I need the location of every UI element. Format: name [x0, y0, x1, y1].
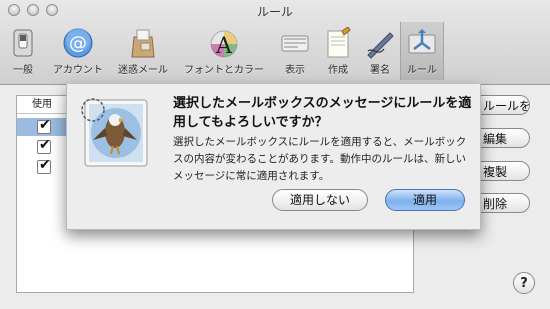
rule-enabled-checkbox[interactable]: [37, 117, 51, 134]
rule-enabled-checkbox[interactable]: [37, 137, 51, 154]
toolbar-item-viewing[interactable]: 表示: [274, 22, 316, 80]
toolbar-item-label: 迷惑メール: [118, 65, 168, 76]
rules-icon: [408, 29, 436, 54]
apply-button[interactable]: 適用: [385, 189, 465, 211]
toolbar-item-label: 一般: [13, 65, 33, 76]
at-sign-icon: @: [63, 28, 93, 58]
toolbar-item-rules[interactable]: ルール: [400, 22, 444, 80]
toolbar-item-composing[interactable]: 作成: [318, 22, 358, 80]
display-icon: [281, 35, 309, 52]
toolbar-item-signatures[interactable]: 署名: [360, 22, 400, 80]
remove-rule-label: 削除: [483, 197, 508, 211]
window-title: ルール: [256, 5, 293, 19]
toolbar-item-fonts-colors[interactable]: A フォントとカラー: [176, 22, 272, 80]
help-button[interactable]: ?: [513, 272, 535, 294]
switch-icon: [13, 29, 33, 57]
sheet-title: 選択したメールボックスのメッセージにルールを適用してもよろしいですか？: [173, 96, 472, 130]
signature-pen-icon: [367, 32, 394, 59]
toolbar-item-label: フォントとカラー: [184, 65, 264, 76]
toolbar-item-label: 表示: [285, 65, 305, 76]
font-color-icon: A: [210, 30, 238, 59]
duplicate-rule-label: 複製: [483, 165, 508, 179]
sheet-message: 選択したメールボックスにルールを適用すると、メールボックスの内容が変わることがあ…: [173, 136, 467, 182]
column-header-enabled[interactable]: 使用: [17, 96, 68, 114]
toolbar-item-junk-mail[interactable]: 迷惑メール: [112, 22, 174, 80]
preferences-toolbar: 一般 @ アカウント 迷惑メール A フォントとカラー 表示 作成 署名 ルール: [0, 22, 550, 82]
add-rule-label: ルールを追加: [483, 99, 530, 113]
dont-apply-button[interactable]: 適用しない: [272, 189, 368, 211]
toolbar-item-general[interactable]: 一般: [2, 22, 44, 80]
svg-text:@: @: [69, 33, 87, 54]
apply-rules-sheet: 選択したメールボックスのメッセージにルールを適用してもよろしいですか？ 選択した…: [66, 84, 481, 230]
mail-stamp-icon: [81, 98, 148, 167]
compose-icon: [327, 27, 351, 58]
toolbar-item-label: アカウント: [53, 65, 103, 76]
edit-rule-label: 編集: [483, 132, 508, 146]
toolbar-item-label: 作成: [328, 65, 348, 76]
preferences-window: ルール 一般 @ アカウント 迷惑メール A フォントとカラー 表示 作成 署名…: [0, 0, 550, 309]
title-bar: ルール 一般 @ アカウント 迷惑メール A フォントとカラー 表示 作成 署名…: [0, 0, 550, 85]
rule-enabled-checkbox[interactable]: [37, 157, 51, 174]
svg-text:A: A: [215, 34, 233, 59]
toolbar-item-accounts[interactable]: @ アカウント: [46, 22, 110, 80]
toolbar-item-label: ルール: [407, 65, 437, 76]
junk-mail-bag-icon: [131, 29, 155, 58]
toolbar-item-label: 署名: [370, 65, 390, 76]
